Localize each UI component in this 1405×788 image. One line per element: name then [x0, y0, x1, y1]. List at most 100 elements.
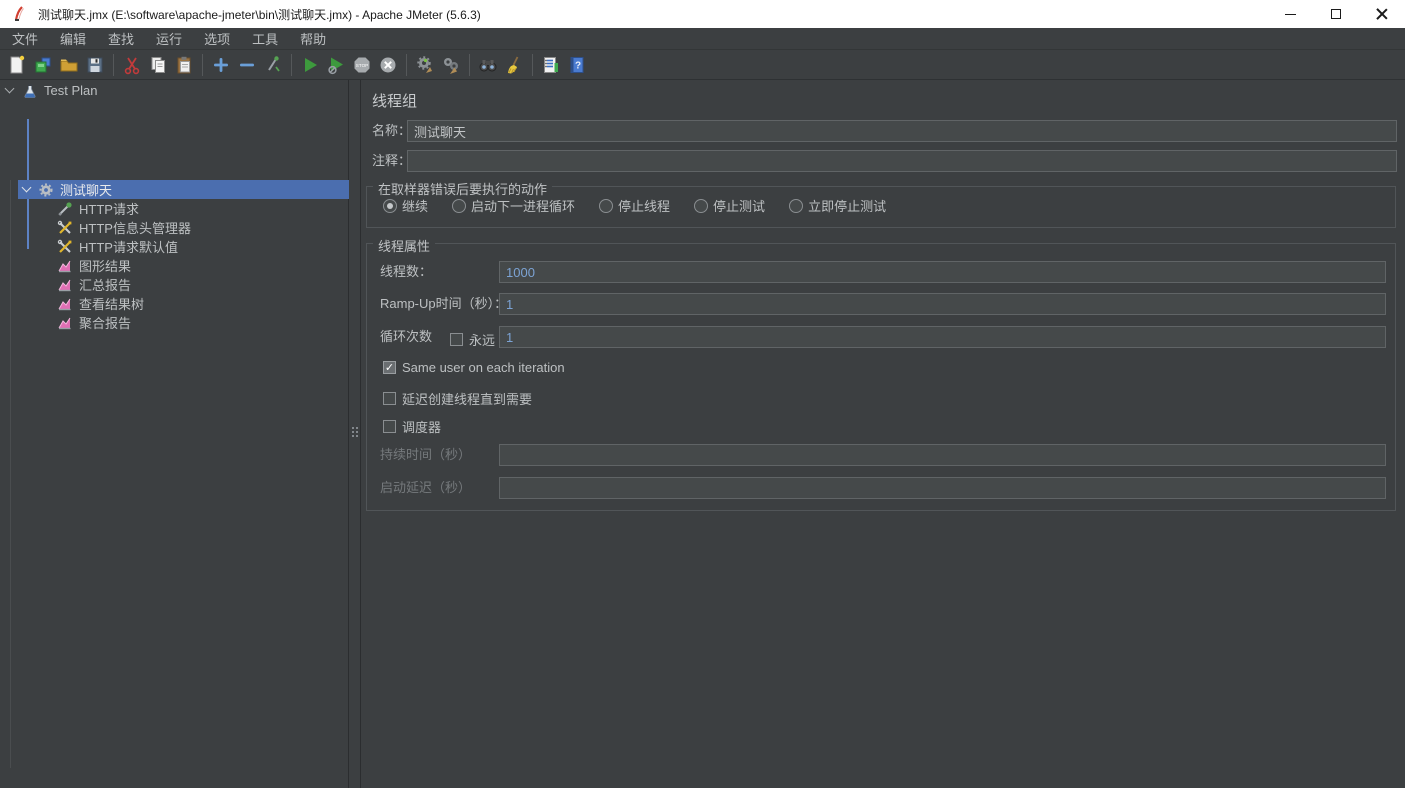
page-title: 线程组: [372, 90, 417, 111]
radio-stop-test[interactable]: 停止测试: [694, 196, 765, 215]
shutdown-button[interactable]: [375, 52, 401, 78]
listener-icon: [57, 258, 73, 274]
radio-label: 立即停止测试: [808, 196, 886, 215]
radio-label: 启动下一进程循环: [471, 196, 575, 215]
comment-input[interactable]: [407, 150, 1397, 172]
new-file-button[interactable]: [4, 52, 30, 78]
expand-all-button[interactable]: [208, 52, 234, 78]
num-threads-input[interactable]: [499, 261, 1386, 283]
stop-button[interactable]: STOP: [349, 52, 375, 78]
open-file-button[interactable]: [56, 52, 82, 78]
start-no-timers-button[interactable]: [323, 52, 349, 78]
delayed-start-checkbox[interactable]: 延迟创建线程直到需要: [383, 389, 532, 408]
radio-stop-thread[interactable]: 停止线程: [599, 196, 670, 215]
chevron-down-icon[interactable]: [22, 183, 32, 193]
radio-label: 停止线程: [618, 196, 670, 215]
minimize-button[interactable]: [1267, 0, 1313, 28]
tree-item-label: 聚合报告: [79, 313, 131, 332]
svg-text:?: ?: [575, 61, 581, 72]
function-helper-icon: [541, 55, 561, 75]
start-play-icon: [300, 55, 320, 75]
toolbar-separator: [406, 54, 407, 76]
menu-run[interactable]: 运行: [146, 27, 192, 50]
num-threads-label: 线程数：: [380, 261, 432, 283]
config-icon: [57, 220, 73, 236]
duration-input: [499, 444, 1386, 466]
panel-splitter[interactable]: [349, 80, 361, 788]
menu-search[interactable]: 查找: [98, 27, 144, 50]
toggle-button[interactable]: [260, 52, 286, 78]
maximize-button[interactable]: [1313, 0, 1359, 28]
cut-scissors-icon: [122, 55, 142, 75]
toggle-pencil-icon: [263, 55, 283, 75]
window-title: 测试聊天.jmx (E:\software\apache-jmeter\bin\…: [38, 6, 481, 23]
help-button[interactable]: ?: [564, 52, 590, 78]
collapse-all-button[interactable]: [234, 52, 260, 78]
save-icon: [85, 55, 105, 75]
loop-count-input[interactable]: [499, 326, 1386, 348]
paste-clipboard-icon: [174, 55, 194, 75]
titlebar: 测试聊天.jmx (E:\software\apache-jmeter\bin\…: [0, 0, 1405, 28]
clear-all-button[interactable]: [438, 52, 464, 78]
menu-file[interactable]: 文件: [2, 27, 48, 50]
toolbar-separator: [469, 54, 470, 76]
clear-search-button[interactable]: [501, 52, 527, 78]
cut-button[interactable]: [119, 52, 145, 78]
checkbox-label: 永远: [469, 330, 495, 349]
menu-options[interactable]: 选项: [194, 27, 240, 50]
sampler-icon: [57, 201, 73, 217]
help-book-icon: ?: [567, 55, 587, 75]
comment-label: 注释：: [372, 150, 411, 172]
same-user-checkbox[interactable]: ✓ Same user on each iteration: [383, 360, 565, 375]
copy-button[interactable]: [145, 52, 171, 78]
menu-help[interactable]: 帮助: [290, 27, 336, 50]
radio-continue[interactable]: 继续: [383, 196, 428, 215]
radio-icon: [383, 199, 397, 213]
checkbox-icon: [383, 420, 396, 433]
loop-count-label: 循环次数: [380, 326, 432, 348]
menu-tools[interactable]: 工具: [242, 27, 288, 50]
copy-icon: [148, 55, 168, 75]
checkbox-icon: [450, 333, 463, 346]
save-button[interactable]: [82, 52, 108, 78]
tree-item-thread-group[interactable]: 测试聊天: [18, 180, 349, 199]
start-button[interactable]: [297, 52, 323, 78]
toolbar-separator: [532, 54, 533, 76]
radio-start-next-loop[interactable]: 启动下一进程循环: [452, 196, 575, 215]
startup-delay-input: [499, 477, 1386, 499]
radio-icon: [694, 199, 708, 213]
toolbar-separator: [202, 54, 203, 76]
clear-all-gears-broom-icon: [441, 55, 461, 75]
paste-button[interactable]: [171, 52, 197, 78]
tree-item-label: 图形结果: [79, 256, 131, 275]
name-input[interactable]: [407, 120, 1397, 142]
minimize-icon: [1285, 14, 1296, 15]
startup-delay-label: 启动延迟（秒）: [380, 477, 471, 499]
checkbox-label: 延迟创建线程直到需要: [402, 389, 532, 408]
templates-button[interactable]: [30, 52, 56, 78]
test-plan-tree: Test Plan 测试聊天 HTTP请求: [0, 80, 349, 788]
checkbox-label: Same user on each iteration: [402, 360, 565, 375]
broom-icon: [504, 55, 524, 75]
radio-icon: [452, 199, 466, 213]
templates-icon: [33, 55, 53, 75]
radio-stop-test-now[interactable]: 立即停止测试: [789, 196, 886, 215]
scheduler-checkbox[interactable]: 调度器: [383, 417, 441, 436]
listener-icon: [57, 296, 73, 312]
clear-button[interactable]: [412, 52, 438, 78]
start-no-timers-icon: [326, 55, 346, 75]
menu-edit[interactable]: 编辑: [50, 27, 96, 50]
radio-label: 停止测试: [713, 196, 765, 215]
function-helper-button[interactable]: [538, 52, 564, 78]
ramp-up-input[interactable]: [499, 293, 1386, 315]
chevron-down-icon[interactable]: [5, 84, 15, 94]
jmeter-logo-icon: [12, 6, 28, 22]
loop-forever-checkbox[interactable]: 永远: [450, 330, 495, 349]
search-button[interactable]: [475, 52, 501, 78]
open-folder-icon: [59, 55, 79, 75]
checkbox-icon: [383, 392, 396, 405]
radio-label: 继续: [402, 196, 428, 215]
tree-item-label: HTTP信息头管理器: [79, 218, 191, 237]
tree-item-test-plan[interactable]: Test Plan: [0, 81, 349, 100]
close-button[interactable]: [1359, 0, 1405, 28]
